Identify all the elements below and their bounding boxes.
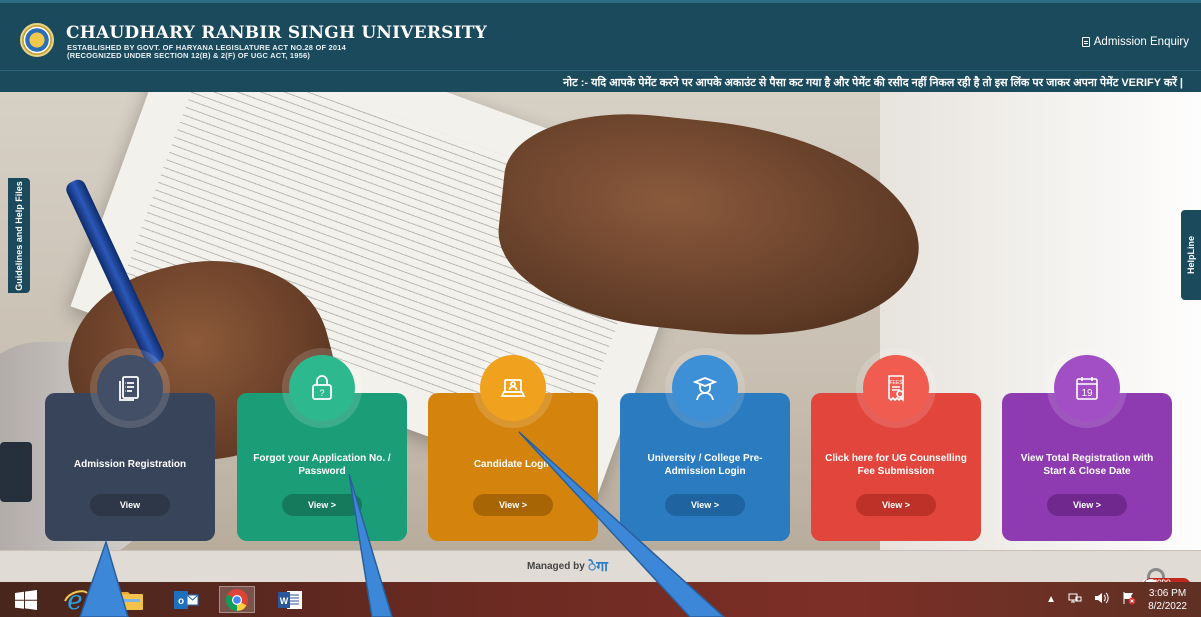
card-title: Candidate Login xyxy=(473,459,553,471)
guidelines-help-tab[interactable]: Guidelines and Help Files xyxy=(8,178,30,293)
taskbar-clock[interactable]: 3:06 PM 8/2/2022 xyxy=(1148,587,1187,613)
internet-explorer-icon[interactable]: e xyxy=(58,586,94,613)
payment-notice-bar: नोट :- यदि आपके पेमेंट करने पर आपके अकाउ… xyxy=(0,70,1201,92)
card-title: Click here for UG Counselling Fee Submis… xyxy=(825,452,967,478)
helpline-tab[interactable]: HelpLine xyxy=(1181,210,1201,300)
site-header: CHAUDHARY RANBIR SINGH UNIVERSITY ESTABL… xyxy=(0,0,1201,70)
view-button[interactable]: View > xyxy=(856,494,936,516)
show-hidden-icons-icon[interactable]: ▲ xyxy=(1046,594,1056,605)
card-total-registration[interactable]: 19 View Total Registration with Start & … xyxy=(1002,355,1172,541)
view-button[interactable]: View > xyxy=(1047,494,1127,516)
fees-label: FEES xyxy=(889,380,903,386)
university-subtitle-line2: (RECOGNIZED UNDER SECTION 12(B) & 2(F) O… xyxy=(67,51,311,60)
payment-notice-link[interactable]: नोट :- यदि आपके पेमेंट करने पर आपके अकाउ… xyxy=(563,75,1183,90)
action-center-flag-icon[interactable] xyxy=(1122,591,1136,608)
managed-by-text: Managed by xyxy=(527,561,585,572)
system-tray: ▲ 3:06 PM 8/2/2022 xyxy=(1046,582,1201,617)
file-explorer-icon[interactable] xyxy=(113,586,149,613)
document-icon xyxy=(1081,37,1090,47)
calendar-icon: 19 xyxy=(1054,355,1120,421)
view-button[interactable]: View > xyxy=(473,494,553,516)
card-forgot-password[interactable]: ? Forgot your Application No. / Password… xyxy=(237,355,407,541)
clock-date: 8/2/2022 xyxy=(1148,600,1187,612)
lock-question-icon: ? xyxy=(289,355,355,421)
svg-text:?: ? xyxy=(319,388,324,398)
outlook-icon[interactable]: o xyxy=(168,586,204,613)
svg-text:W: W xyxy=(280,596,289,606)
clock-time: 3:06 PM xyxy=(1148,587,1187,599)
admission-enquiry-link[interactable]: Admission Enquiry xyxy=(1081,36,1189,48)
helpline-label: HelpLine xyxy=(1186,235,1196,275)
card-candidate-login[interactable]: Candidate Login View > xyxy=(428,355,598,541)
university-name[interactable]: CHAUDHARY RANBIR SINGH UNIVERSITY xyxy=(66,23,487,43)
registration-document-icon xyxy=(97,355,163,421)
fees-receipt-icon: FEES xyxy=(863,355,929,421)
windows-taskbar: e o W ▲ 3:06 PM 8/2/2022 xyxy=(0,582,1201,617)
view-button[interactable]: View xyxy=(90,494,170,516)
card-title: View Total Registration with Start & Clo… xyxy=(1020,452,1154,478)
vendor-logo[interactable]: ेगा xyxy=(588,557,608,576)
card-ug-counselling-fee[interactable]: FEES Click here for UG Counselling Fee S… xyxy=(811,355,981,541)
admission-enquiry-label: Admission Enquiry xyxy=(1093,36,1189,48)
candidate-laptop-icon xyxy=(480,355,546,421)
card-title: University / College Pre-Admission Login xyxy=(647,452,763,478)
card-title: Admission Registration xyxy=(73,459,187,471)
view-button[interactable]: View > xyxy=(282,494,362,516)
card-admission-registration[interactable]: Admission Registration View xyxy=(45,355,215,541)
graduate-icon xyxy=(672,355,738,421)
card-pre-admission-login[interactable]: University / College Pre-Admission Login… xyxy=(620,355,790,541)
calendar-day: 19 xyxy=(1081,388,1093,399)
university-logo[interactable] xyxy=(20,23,54,57)
guidelines-help-label: Guidelines and Help Files xyxy=(14,180,24,291)
svg-text:o: o xyxy=(178,596,184,607)
chrome-icon[interactable] xyxy=(219,586,255,613)
card-title: Forgot your Application No. / Password xyxy=(253,452,391,478)
background-phone xyxy=(0,442,32,502)
view-button[interactable]: View > xyxy=(665,494,745,516)
managed-by-bar: Managed by ेगा xyxy=(0,550,1201,582)
word-icon[interactable]: W xyxy=(272,586,308,613)
volume-icon[interactable] xyxy=(1094,592,1110,607)
start-icon[interactable] xyxy=(8,586,44,613)
network-icon[interactable] xyxy=(1068,592,1082,607)
